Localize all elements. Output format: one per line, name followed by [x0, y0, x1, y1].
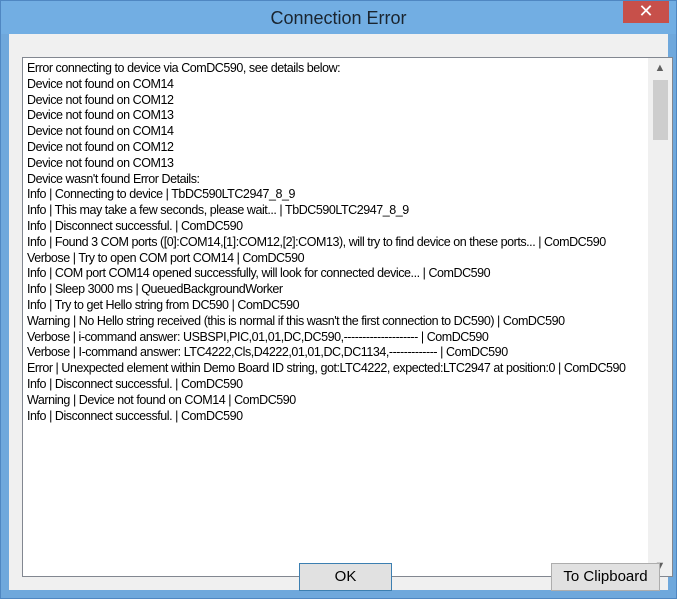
log-line: Device wasn't found Error Details: — [27, 171, 200, 186]
log-line: Info | COM port COM14 opened successfull… — [27, 266, 491, 281]
error-details-textbox[interactable]: Error connecting to device via ComDC590,… — [22, 57, 673, 577]
log-line: Verbose | i-command answer: USBSPI,PIC,0… — [27, 329, 489, 344]
log-line: Info | Disconnect successful. | ComDC590 — [27, 408, 243, 423]
dialog-title: Connection Error — [270, 8, 407, 28]
log-line: Device not found on COM12 — [27, 139, 174, 154]
log-line: Error connecting to device via ComDC590,… — [27, 61, 341, 75]
log-line: Info | Disconnect successful. | ComDC590 — [27, 218, 243, 233]
chevron-up-icon: ▲ — [654, 62, 666, 74]
log-line: Warning | No Hello string received (this… — [27, 313, 565, 328]
connection-error-dialog: Connection Error ✕ Error connecting to d… — [0, 0, 677, 599]
scroll-thumb[interactable] — [653, 80, 668, 140]
log-line: Verbose | Try to open COM port COM14 | C… — [27, 250, 305, 265]
log-line: Info | Found 3 COM ports ([0]:COM14,[1]:… — [27, 234, 606, 249]
log-line: Device not found on COM13 — [27, 108, 174, 123]
log-line: Info | Connecting to device | TbDC590LTC… — [27, 187, 295, 202]
log-line: Verbose | I-command answer: LTC4222,Cls,… — [27, 345, 508, 360]
log-line: Device not found on COM14 — [27, 76, 174, 91]
log-line: Error | Unexpected element within Demo B… — [27, 361, 626, 376]
log-line: Info | This may take a few seconds, plea… — [27, 203, 409, 218]
close-icon: ✕ — [638, 1, 654, 21]
scroll-up-button[interactable]: ▲ — [648, 58, 672, 78]
log-line: Info | Disconnect successful. | ComDC590 — [27, 376, 243, 391]
dialog-body: Error connecting to device via ComDC590,… — [9, 34, 673, 591]
title-bar[interactable]: Connection Error ✕ — [1, 1, 676, 34]
to-clipboard-button[interactable]: To Clipboard — [551, 563, 660, 591]
log-line: Device not found on COM13 — [27, 155, 174, 170]
vertical-scrollbar[interactable]: ▲ ▼ — [648, 58, 672, 576]
log-line: Info | Sleep 3000 ms | QueuedBackgroundW… — [27, 282, 283, 297]
log-line: Warning | Device not found on COM14 | Co… — [27, 392, 296, 407]
log-line: Device not found on COM12 — [27, 92, 174, 107]
close-button[interactable]: ✕ — [623, 1, 669, 23]
log-line: Device not found on COM14 — [27, 124, 174, 139]
ok-button[interactable]: OK — [299, 563, 392, 591]
log-line: Info | Try to get Hello string from DC59… — [27, 297, 300, 312]
error-log-text[interactable]: Error connecting to device via ComDC590,… — [27, 61, 645, 575]
